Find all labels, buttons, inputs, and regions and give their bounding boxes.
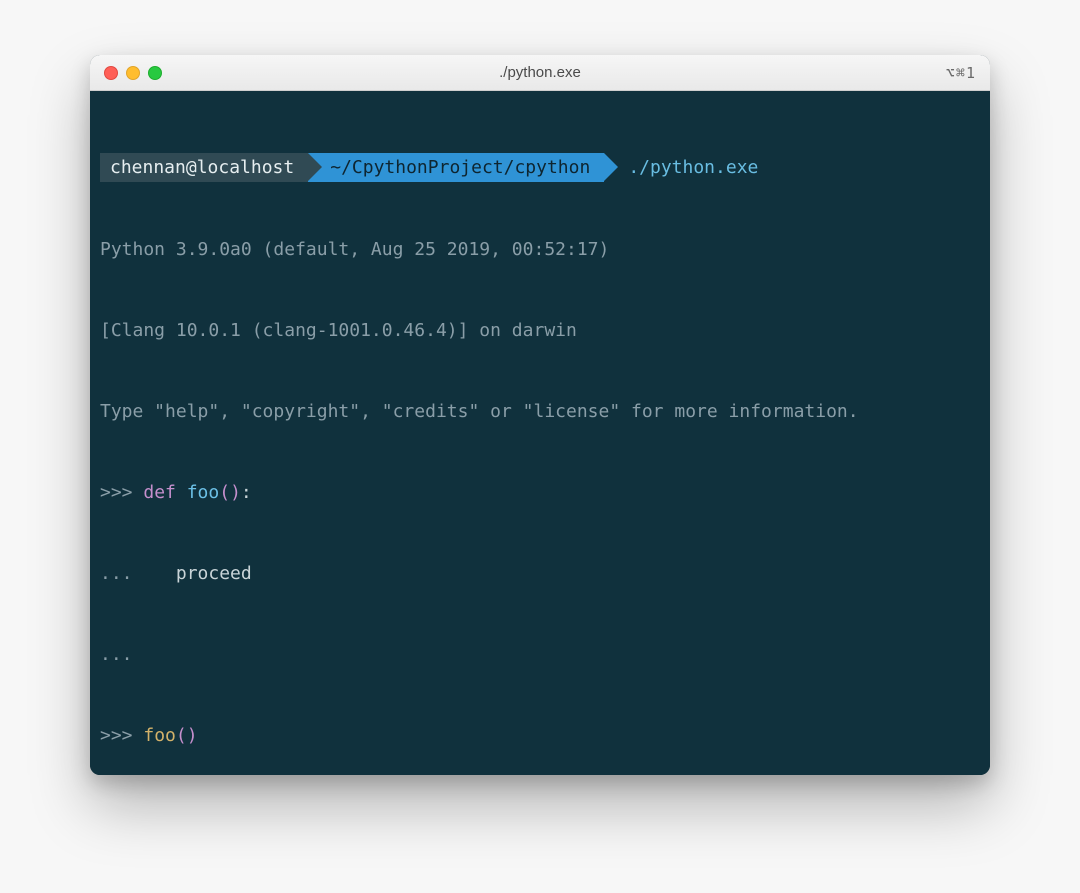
prompt-command: ./python.exe [604,154,758,181]
minimize-icon[interactable] [126,66,140,80]
shell-prompt-row: chennan@localhost ~/CpythonProject/cpyth… [100,153,980,182]
titlebar[interactable]: ./python.exe ⌥⌘1 [90,55,990,91]
terminal-body[interactable]: chennan@localhost ~/CpythonProject/cpyth… [90,91,990,775]
window-title: ./python.exe [90,64,990,81]
python-version: Python 3.9.0a0 (default, Aug 25 2019, 00… [100,236,980,263]
repl-line-cont: ... [100,641,980,668]
terminal-window: ./python.exe ⌥⌘1 chennan@localhost ~/Cpy… [90,55,990,775]
repl-line-def: >>> def foo(): [100,479,980,506]
maximize-icon[interactable] [148,66,162,80]
traffic-lights [90,66,162,80]
repl-line-body: ... proceed [100,560,980,587]
python-help: Type "help", "copyright", "credits" or "… [100,398,980,425]
prompt-path: ~/CpythonProject/cpython [308,153,604,182]
close-icon[interactable] [104,66,118,80]
window-shortcut: ⌥⌘1 [946,64,976,82]
repl-line-call: >>> foo() [100,722,980,749]
prompt-user: chennan@localhost [100,153,308,182]
python-compiler: [Clang 10.0.1 (clang-1001.0.46.4)] on da… [100,317,980,344]
